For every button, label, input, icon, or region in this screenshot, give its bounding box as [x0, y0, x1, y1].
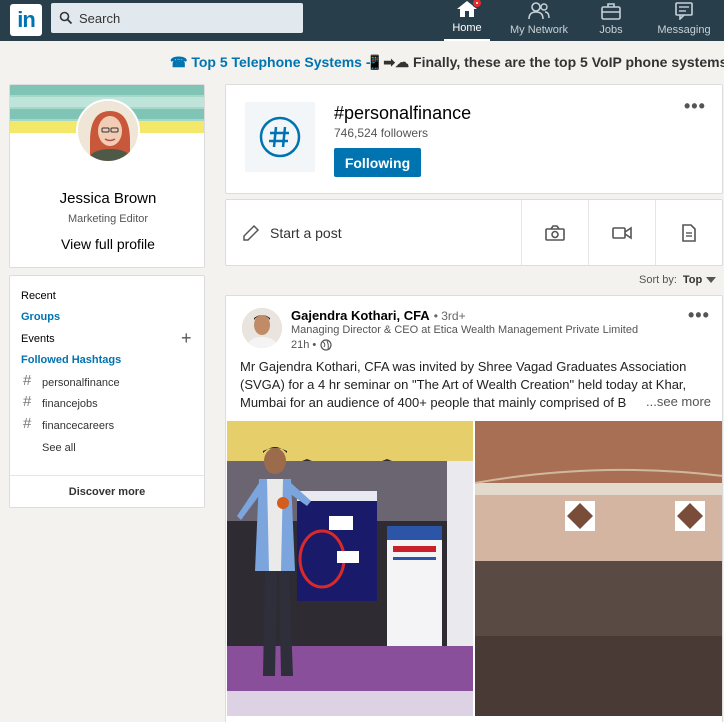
post-author-headline: Managing Director & CEO at Etica Wealth … [291, 324, 639, 336]
nav-messaging-label: Messaging [657, 24, 711, 36]
profile-name[interactable]: Jessica Brown [10, 190, 204, 207]
sort-by-value[interactable]: Top [683, 274, 702, 286]
post-time-text: 21h • [291, 339, 317, 351]
sidebar-recent: Recent [21, 290, 56, 302]
sidebar-card: Recent Groups Events + Followed Hashtags… [9, 275, 205, 508]
sidebar-hashtag-personalfinance[interactable]: personalfinance [42, 377, 120, 389]
view-profile-link[interactable]: View full profile [10, 236, 204, 252]
start-post-label: Start a post [270, 224, 342, 241]
linkedin-logo[interactable]: in [10, 4, 42, 36]
video-icon [612, 226, 633, 239]
profile-card: Jessica Brown Marketing Editor View full… [9, 84, 205, 268]
chevron-down-icon[interactable] [706, 277, 717, 284]
avatar[interactable] [76, 99, 140, 163]
camera-icon [545, 224, 566, 241]
messaging-icon [675, 2, 693, 20]
post-composer: Start a post [225, 199, 723, 266]
hashtag-logo [245, 102, 315, 172]
nav-jobs-label: Jobs [599, 24, 623, 36]
globe-icon [320, 339, 332, 351]
hashtag-circle-icon [259, 116, 301, 158]
nav-home-label: Home [452, 22, 482, 34]
feed-post: Gajendra Kothari, CFA • 3rd+ Managing Dir… [225, 295, 723, 722]
start-post-button[interactable]: Start a post [226, 200, 521, 265]
sort-by-control[interactable]: Sort by: Top [639, 274, 717, 286]
nav-messaging[interactable]: Messaging [652, 0, 716, 41]
ad-banner[interactable]: ☎ Top 5 Telephone Systems - 📱➡☁ Finally,… [0, 48, 724, 74]
hashtag-card: #personalfinance 746,524 followers Follo… [225, 84, 723, 194]
search-icon [59, 11, 73, 25]
post-author-avatar[interactable] [242, 308, 282, 348]
discover-more-button[interactable]: Discover more [10, 486, 204, 498]
post-timestamp: 21h • [291, 339, 332, 351]
sidebar-followed-hashtags[interactable]: Followed Hashtags [21, 354, 121, 366]
following-button[interactable]: Following [334, 148, 421, 177]
sidebar-groups[interactable]: Groups [21, 311, 60, 323]
briefcase-icon [601, 3, 621, 20]
see-more-link[interactable]: ...see more [642, 394, 712, 409]
add-event-icon[interactable]: + [181, 329, 192, 347]
see-all-link[interactable]: See all [42, 442, 76, 454]
post-author-name[interactable]: Gajendra Kothari, CFA • 3rd+ [291, 308, 466, 323]
hashtag-icon: # [23, 415, 32, 432]
hashtag-icon: # [23, 393, 32, 410]
notification-badge [472, 0, 482, 8]
photo-button[interactable] [521, 200, 588, 265]
hashtag-followers: 746,524 followers [334, 126, 429, 140]
search-input[interactable] [79, 10, 279, 26]
post-photo-audience[interactable] [475, 421, 722, 716]
sort-by-label: Sort by: [639, 274, 677, 286]
network-icon [528, 2, 550, 20]
nav-my-network-label: My Network [509, 24, 569, 36]
connection-degree: • 3rd+ [433, 309, 466, 323]
ad-text: 📱➡☁ Finally, these are the top 5 VoIP ph… [366, 54, 724, 70]
hashtag-icon: # [23, 372, 32, 389]
nav-home[interactable]: Home [444, 0, 490, 41]
sidebar-hashtag-financecareers[interactable]: financecareers [42, 420, 114, 432]
search-bar[interactable] [51, 3, 303, 33]
pencil-icon [243, 224, 260, 241]
profile-title: Marketing Editor [67, 213, 149, 225]
document-icon [682, 223, 696, 242]
sidebar-events[interactable]: Events [21, 333, 55, 345]
hashtag-title: #personalfinance [334, 103, 472, 123]
top-nav: in Home My Network Jobs Messaging [0, 0, 724, 41]
divider [10, 475, 204, 476]
more-options-icon[interactable]: ••• [684, 97, 706, 115]
ad-link[interactable]: ☎ Top 5 Telephone Systems - [170, 54, 371, 71]
video-button[interactable] [588, 200, 655, 265]
post-author-name-text[interactable]: Gajendra Kothari, CFA [291, 308, 430, 323]
nav-my-network[interactable]: My Network [504, 0, 574, 41]
sidebar-hashtag-financejobs[interactable]: financejobs [42, 398, 98, 410]
post-photo-speaker[interactable] [227, 421, 473, 716]
nav-jobs[interactable]: Jobs [588, 0, 634, 41]
post-options-icon[interactable]: ••• [688, 306, 710, 324]
document-button[interactable] [655, 200, 722, 265]
